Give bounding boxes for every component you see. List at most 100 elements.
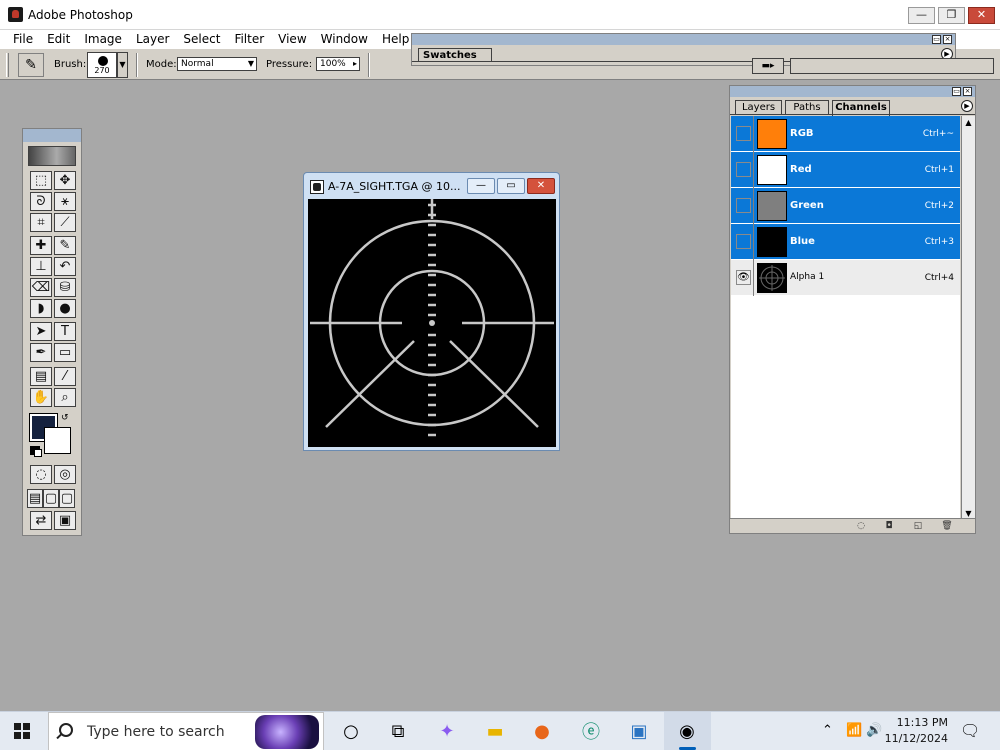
doc-maximize-button[interactable]: ▭	[497, 178, 525, 194]
screen-mode-full-icon[interactable]: ▢	[59, 489, 75, 508]
options-grip[interactable]	[6, 53, 9, 77]
firefox-icon[interactable]: ●	[529, 718, 555, 744]
windows-start-icon[interactable]	[14, 723, 31, 740]
slice-icon[interactable]: ⟋	[54, 213, 76, 232]
new-channel-icon[interactable]: ◱	[911, 521, 925, 532]
move-icon[interactable]: ✥	[54, 171, 76, 190]
visibility-toggle[interactable]	[736, 162, 751, 177]
menu-file[interactable]: File	[6, 32, 40, 46]
crop-icon[interactable]: ⌗	[30, 213, 52, 232]
chevron-up-icon[interactable]: ⌃	[822, 723, 833, 738]
blur-icon[interactable]: ◗	[30, 299, 52, 318]
menu-select[interactable]: Select	[176, 32, 227, 46]
background-color-swatch[interactable]	[44, 427, 71, 454]
quick-mask-icon[interactable]: ◎	[54, 465, 76, 484]
shape-icon[interactable]: ▭	[54, 343, 76, 362]
brush-dropdown-arrow[interactable]: ▼	[117, 52, 128, 78]
channels-scrollbar[interactable]: ▲ ▼	[961, 116, 975, 520]
image-canvas[interactable]	[308, 199, 556, 447]
visibility-toggle[interactable]	[736, 126, 751, 141]
taskbar-search[interactable]: Type here to search	[48, 712, 324, 750]
default-colors-icon[interactable]	[30, 446, 42, 457]
restore-button[interactable]: ❐	[938, 7, 965, 24]
pen-icon[interactable]: ✒	[30, 343, 52, 362]
palette-close-button[interactable]: ×	[963, 87, 972, 96]
toolbox-header[interactable]	[23, 129, 81, 142]
menu-view[interactable]: View	[271, 32, 313, 46]
trash-icon[interactable]: 🗑	[940, 521, 954, 532]
task-view-icon[interactable]: ⧉	[385, 718, 411, 744]
visibility-toggle[interactable]	[736, 234, 751, 249]
visibility-eye-icon[interactable]: 👁	[736, 270, 751, 285]
stamp-icon[interactable]: ⊥	[30, 257, 52, 276]
document-title: A-7A_SIGHT.TGA @ 10...	[328, 180, 461, 193]
current-tool-brush-icon[interactable]: ✎	[18, 53, 44, 77]
screen-mode-full-menu-icon[interactable]: ▢	[43, 489, 59, 508]
menu-layer[interactable]: Layer	[129, 32, 176, 46]
healing-icon[interactable]: ✚	[30, 236, 52, 255]
channel-row[interactable]: Green Ctrl+2	[731, 188, 960, 224]
hand-icon[interactable]: ✋	[30, 388, 52, 407]
mode-select[interactable]: Normal ▼	[177, 57, 257, 71]
menu-filter[interactable]: Filter	[227, 32, 271, 46]
path-select-icon[interactable]: ➤	[30, 322, 52, 341]
lasso-icon[interactable]: ᘐ	[30, 192, 52, 211]
type-icon[interactable]: T	[54, 322, 76, 341]
control-panel-icon[interactable]: ▣	[626, 718, 652, 744]
jump-to-imageready-icon[interactable]: ⇄	[30, 511, 52, 530]
palette-close-button[interactable]: ×	[943, 35, 952, 44]
channel-row[interactable]: Red Ctrl+1	[731, 152, 960, 188]
eyedropper-icon[interactable]: ⁄	[54, 367, 76, 386]
channel-row[interactable]: RGB Ctrl+~	[731, 116, 960, 152]
palette-header[interactable]: ▭ ×	[412, 34, 955, 45]
file-explorer-icon[interactable]: ▬	[482, 718, 508, 744]
magic-wand-icon[interactable]: ⚹	[54, 192, 76, 211]
screen-mode-standard-icon[interactable]: ▤	[27, 489, 43, 508]
close-button[interactable]: ✕	[968, 7, 995, 24]
menu-edit[interactable]: Edit	[40, 32, 77, 46]
menu-window[interactable]: Window	[314, 32, 375, 46]
channel-row[interactable]: 👁 Alpha 1 Ctrl+4	[731, 260, 960, 296]
menu-image[interactable]: Image	[77, 32, 129, 46]
tab-layers[interactable]: Layers	[735, 100, 782, 115]
palette-menu-button[interactable]: ▶	[961, 100, 973, 112]
palette-minimize-button[interactable]: ▭	[952, 87, 961, 96]
system-clock[interactable]: 11:13 PM 11/12/2024	[884, 715, 948, 747]
cortana-icon[interactable]: ○	[338, 718, 364, 744]
channel-row[interactable]: Blue Ctrl+3	[731, 224, 960, 260]
load-selection-icon[interactable]: ◌	[854, 521, 868, 532]
zoom-icon[interactable]: ⌕	[54, 388, 76, 407]
visibility-toggle[interactable]	[736, 198, 751, 213]
palette-header[interactable]: ▭ ×	[730, 86, 975, 97]
brush-icon[interactable]: ✎	[54, 236, 76, 255]
tab-swatches[interactable]: Swatches	[418, 48, 492, 62]
swap-colors-icon[interactable]: ↺	[61, 413, 69, 423]
taskbar-photoshop-active[interactable]: ◉	[664, 712, 711, 750]
volume-icon[interactable]: 🔊	[866, 723, 882, 738]
scroll-up-icon[interactable]: ▲	[962, 116, 975, 129]
palette-well-icon[interactable]: ▬▸	[752, 58, 784, 74]
channel-thumbnail	[757, 263, 787, 293]
notes-icon[interactable]: ▤	[30, 367, 52, 386]
jump-to-icon[interactable]: ▣	[54, 511, 76, 530]
palette-minimize-button[interactable]: ▭	[932, 35, 941, 44]
eset-icon[interactable]: ⓔ	[578, 718, 604, 744]
tab-paths[interactable]: Paths	[785, 100, 829, 115]
document-title-bar[interactable]: A-7A_SIGHT.TGA @ 10... — ▭ ✕	[304, 173, 559, 199]
marquee-icon[interactable]: ⬚	[30, 171, 52, 190]
brush-preset-picker[interactable]: 270	[87, 52, 117, 78]
standard-mode-icon[interactable]: ◌	[30, 465, 52, 484]
history-brush-icon[interactable]: ↶	[54, 257, 76, 276]
bucket-icon[interactable]: ⛁	[54, 278, 76, 297]
dodge-icon[interactable]: ●	[54, 299, 76, 318]
notifications-icon[interactable]: 🗨	[960, 721, 980, 740]
save-selection-icon[interactable]: ◘	[882, 521, 896, 532]
network-icon[interactable]: 📶	[846, 723, 862, 738]
eraser-icon[interactable]: ⌫	[30, 278, 52, 297]
copilot-icon[interactable]: ✦	[434, 718, 460, 744]
minimize-button[interactable]: —	[908, 7, 935, 24]
doc-close-button[interactable]: ✕	[527, 178, 555, 194]
pressure-field[interactable]: 100% ▸	[316, 57, 360, 71]
toolbox-logo[interactable]	[28, 146, 76, 166]
doc-minimize-button[interactable]: —	[467, 178, 495, 194]
